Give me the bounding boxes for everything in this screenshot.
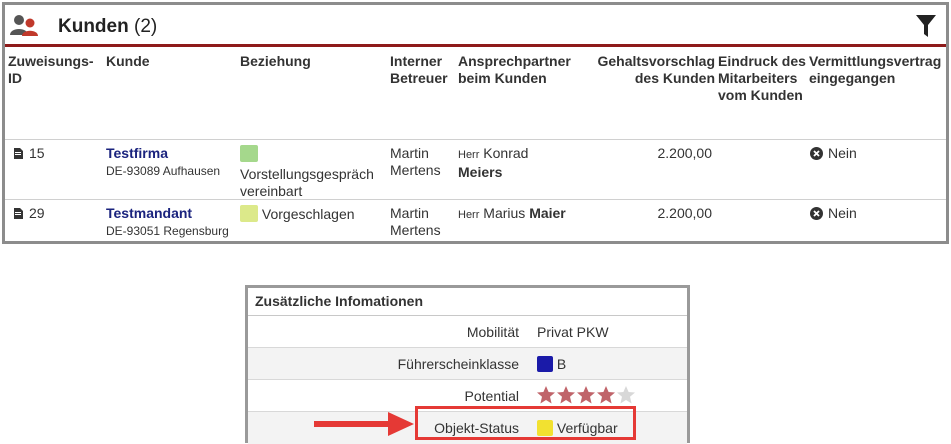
salary: 2.200,00 — [657, 145, 713, 161]
col-header-eindruck[interactable]: Eindruck des Mitarbeiters vom Kunden — [718, 53, 808, 104]
license-color-swatch — [537, 356, 553, 372]
star-empty-icon — [617, 386, 635, 404]
page-title: Kunden (2) — [58, 16, 157, 38]
col-header-betreuer[interactable]: Interner Betreuer — [390, 53, 456, 87]
info-row-fuehrerschein: Führerscheinklasse B — [248, 348, 687, 380]
col-header-gehalt[interactable]: Gehaltsvorschlag des Kunden — [587, 53, 716, 87]
additional-info-box: Zusätzliche Infomationen Mobilität Priva… — [245, 285, 690, 444]
customer-cell: Testmandant DE-93051 Regensburg — [106, 205, 229, 240]
contact-person: Herr Marius Maier — [458, 205, 566, 221]
relation-label: Vorstellungsgespräch vereinbart — [240, 166, 374, 199]
contact-person: Herr Konrad Meiers — [458, 145, 529, 180]
customer-link[interactable]: Testfirma — [106, 145, 168, 161]
col-header-kunde[interactable]: Kunde — [106, 53, 150, 70]
star-filled-icon — [597, 386, 615, 404]
document-icon — [14, 208, 23, 219]
relation-cell: Vorstellungsgespräch vereinbart — [240, 145, 390, 200]
col-header-vertrag[interactable]: Vermittlungsvertrag eingegangen — [809, 53, 951, 87]
info-row-potential: Potential — [248, 380, 687, 412]
row-id: 15 — [29, 145, 45, 161]
star-filled-icon — [537, 386, 555, 404]
customer-address: DE-93089 Aufhausen — [106, 164, 221, 178]
info-row-mobilitaet: Mobilität Privat PKW — [248, 316, 687, 348]
divider — [5, 199, 946, 200]
col-header-ansprechpartner[interactable]: Ansprechpartner beim Kunden — [458, 53, 583, 87]
row-id-cell: 15 — [13, 145, 45, 162]
row-id-cell: 29 — [13, 205, 45, 222]
users-icon — [10, 15, 38, 36]
col-header-beziehung[interactable]: Beziehung — [240, 53, 311, 70]
info-title: Zusätzliche Infomationen — [248, 288, 687, 316]
potential-rating — [536, 385, 636, 410]
divider — [5, 139, 946, 140]
status-color-swatch — [537, 420, 553, 436]
panel-count: (2) — [134, 16, 158, 37]
star-filled-icon — [557, 386, 575, 404]
cross-circle-icon — [810, 207, 823, 220]
filter-icon[interactable] — [916, 15, 936, 37]
arrow-right-icon — [314, 412, 414, 436]
panel-header: Kunden (2) — [5, 5, 946, 47]
supervisor: Martin Mertens — [390, 205, 441, 238]
relation-label: Vorgeschlagen — [261, 206, 355, 222]
salary: 2.200,00 — [657, 205, 713, 221]
row-id: 29 — [29, 205, 45, 221]
document-icon — [14, 148, 23, 159]
panel-title-text: Kunden — [58, 16, 129, 37]
supervisor: Martin Mertens — [390, 145, 441, 178]
customer-address: DE-93051 Regensburg — [106, 224, 229, 238]
contract-status: Nein — [810, 145, 857, 162]
relation-color-swatch — [240, 205, 258, 222]
relation-color-swatch — [240, 145, 258, 162]
col-header-id[interactable]: Zuweisungs- ID — [8, 53, 100, 87]
relation-cell: Vorgeschlagen — [240, 205, 390, 223]
contract-status: Nein — [810, 205, 857, 222]
customer-link[interactable]: Testmandant — [106, 205, 192, 221]
star-filled-icon — [577, 386, 595, 404]
customer-cell: Testfirma DE-93089 Aufhausen — [106, 145, 220, 180]
cross-circle-icon — [810, 147, 823, 160]
kunden-panel: Kunden (2) Zuweisungs- ID Kunde Beziehung… — [2, 2, 949, 244]
